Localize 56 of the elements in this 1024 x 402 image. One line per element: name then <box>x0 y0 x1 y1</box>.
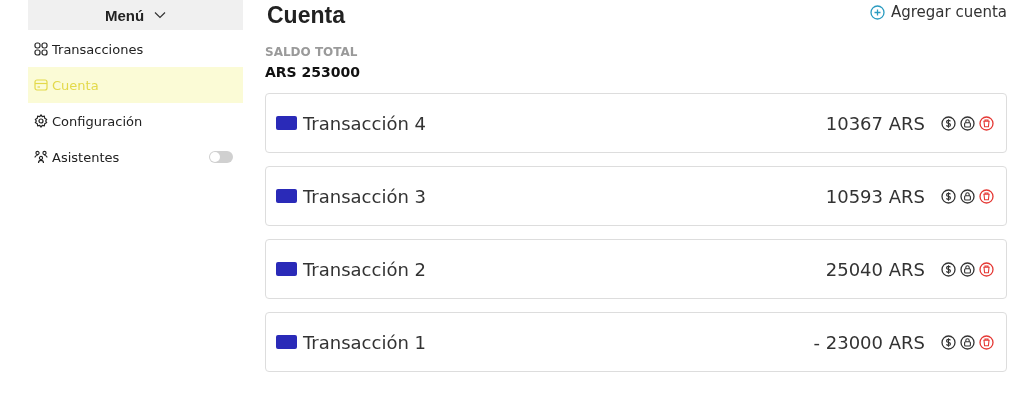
dollar-icon <box>941 334 956 350</box>
balance-value: ARS 253000 <box>265 64 362 80</box>
lock-button[interactable] <box>960 261 975 277</box>
dollar-button[interactable] <box>941 261 956 277</box>
lock-icon <box>960 188 975 204</box>
sidebar-item[interactable]: Configuración <box>28 103 243 139</box>
trash-icon <box>979 261 994 277</box>
card-icon <box>34 78 48 92</box>
plus-circle-icon <box>869 4 885 20</box>
trash-icon <box>979 188 994 204</box>
transaction-card[interactable]: Transacción 2 25040 ARS <box>265 239 1007 299</box>
lock-button[interactable] <box>960 188 975 204</box>
transaction-card[interactable]: Transacción 3 10593 ARS <box>265 166 1007 226</box>
delete-button[interactable] <box>979 334 994 350</box>
transaction-amount: - 23000 ARS <box>813 331 925 353</box>
transaction-amount: 10593 ARS <box>825 185 925 207</box>
lock-icon <box>960 261 975 277</box>
dollar-button[interactable] <box>941 115 956 131</box>
chevron-down-icon <box>154 11 167 19</box>
sidebar-item[interactable]: Asistentes <box>28 139 243 175</box>
dollar-button[interactable] <box>941 334 956 350</box>
transaction-color-square <box>276 262 297 276</box>
dollar-icon <box>941 261 956 277</box>
transaction-name: Transacción 3 <box>303 185 426 207</box>
transaction-amount: 10367 ARS <box>825 112 925 134</box>
lock-button[interactable] <box>960 334 975 350</box>
dollar-icon <box>941 115 956 131</box>
toggle-switch[interactable] <box>209 151 233 163</box>
lock-button[interactable] <box>960 115 975 131</box>
balance-label: SALDO TOTAL <box>265 45 359 59</box>
trash-icon <box>979 115 994 131</box>
people-icon <box>34 150 48 164</box>
delete-button[interactable] <box>979 115 994 131</box>
dollar-icon <box>941 188 956 204</box>
transaction-name: Transacción 4 <box>303 112 426 134</box>
add-account-button[interactable]: Agregar cuenta <box>869 1 1007 23</box>
page-title: Cuenta <box>267 2 345 29</box>
lock-icon <box>960 115 975 131</box>
transaction-color-square <box>276 116 297 130</box>
transaction-card[interactable]: Transacción 1 - 23000 ARS <box>265 312 1007 372</box>
delete-button[interactable] <box>979 261 994 277</box>
menu-title: Menú <box>104 6 145 24</box>
dollar-button[interactable] <box>941 188 956 204</box>
delete-button[interactable] <box>979 188 994 204</box>
grid-icon <box>34 42 48 56</box>
settings-icon <box>34 114 48 128</box>
trash-icon <box>979 334 994 350</box>
transaction-card[interactable]: Transacción 4 10367 ARS <box>265 93 1007 153</box>
sidebar-item[interactable]: Transacciones <box>28 31 243 67</box>
transaction-name: Transacción 2 <box>303 258 426 280</box>
transaction-color-square <box>276 189 297 203</box>
transaction-amount: 25040 ARS <box>825 258 925 280</box>
lock-icon <box>960 334 975 350</box>
menu-header[interactable]: Menú <box>28 0 243 30</box>
transaction-name: Transacción 1 <box>303 331 426 353</box>
transaction-color-square <box>276 335 297 349</box>
